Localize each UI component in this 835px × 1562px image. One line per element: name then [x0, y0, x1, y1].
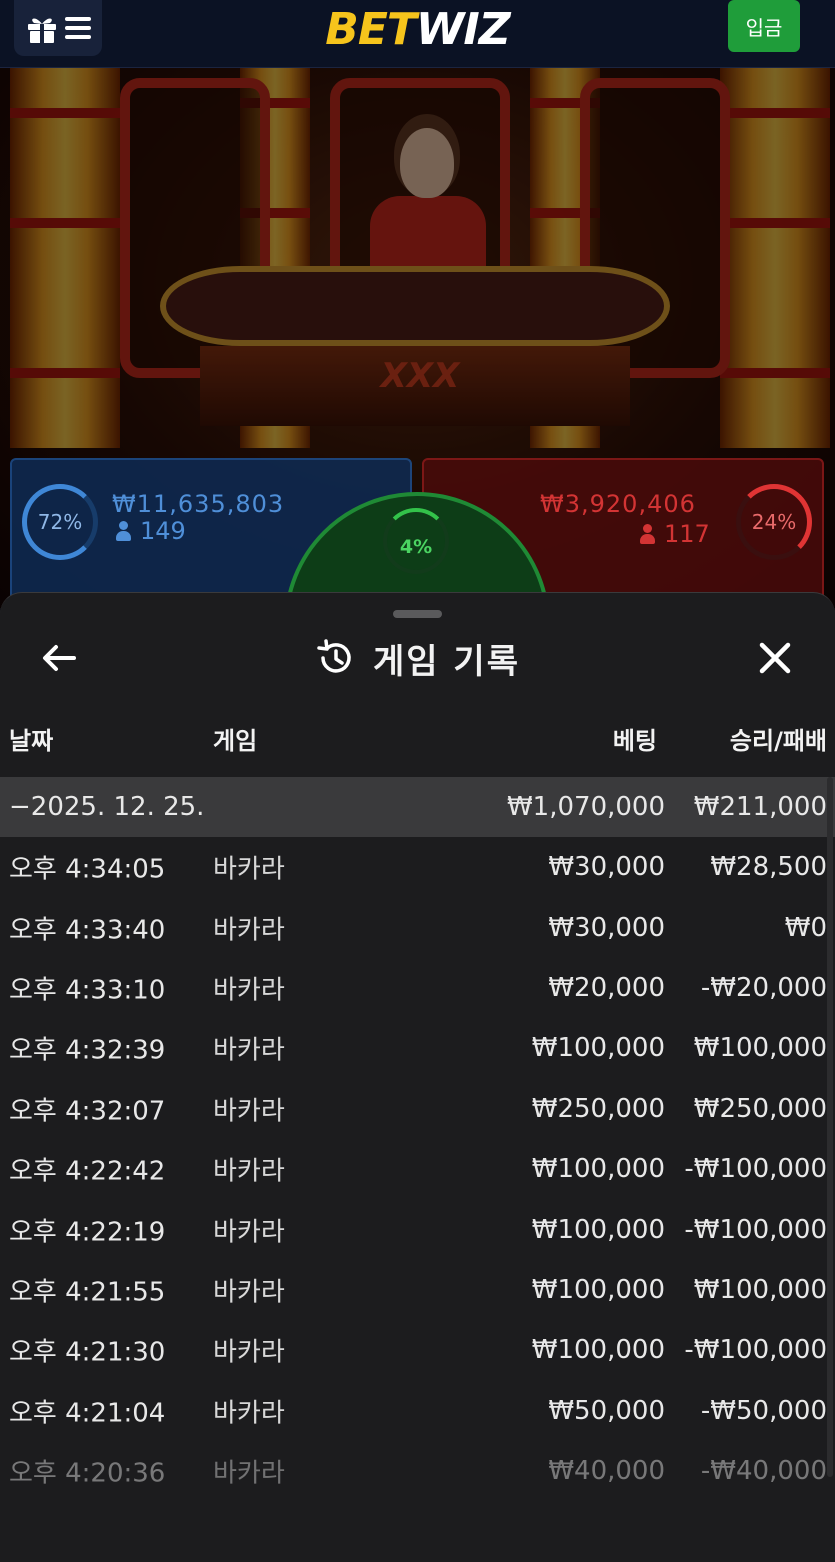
row-bet: ₩40,000: [548, 1456, 665, 1487]
player-total-amount: ₩11,635,803: [112, 490, 285, 518]
game-history-sheet: 게임 기록 날짜 게임 베팅 승리/패배 −2025. 12. 25. ₩1,0…: [0, 592, 835, 1562]
row-winloss: ₩100,000: [693, 1033, 827, 1064]
player-bettor-count: 149: [116, 517, 186, 545]
group-total-bet: ₩1,070,000: [506, 792, 665, 822]
row-winloss: ₩250,000: [693, 1093, 827, 1124]
table-row[interactable]: 오후 4:22:42 바카라 ₩100,000 -₩100,000: [0, 1139, 835, 1199]
player-percent: 72%: [37, 510, 83, 534]
row-game: 바카라: [213, 1096, 285, 1127]
deposit-button[interactable]: 입금: [728, 0, 800, 52]
row-winloss: -₩100,000: [684, 1154, 827, 1185]
row-winloss: -₩50,000: [700, 1395, 827, 1426]
row-winloss: -₩100,000: [684, 1335, 827, 1366]
group-date: −2025. 12. 25.: [9, 792, 205, 822]
row-game: 바카라: [213, 1458, 285, 1489]
table-row[interactable]: 오후 4:21:04 바카라 ₩50,000 -₩50,000: [0, 1381, 835, 1441]
row-time: 오후 4:21:55: [9, 1277, 166, 1308]
row-bet: ₩20,000: [548, 972, 665, 1003]
row-game: 바카라: [213, 1337, 285, 1368]
row-time: 오후 4:32:07: [9, 1096, 166, 1127]
group-total-winloss: ₩211,000: [693, 792, 827, 822]
row-bet: ₩30,000: [548, 852, 665, 883]
row-game: 바카라: [213, 1035, 285, 1066]
row-bet: ₩100,000: [531, 1335, 665, 1366]
sheet-drag-handle[interactable]: [393, 610, 442, 618]
table-row[interactable]: 오후 4:20:36 바카라 ₩40,000 -₩40,000: [0, 1441, 835, 1501]
sheet-header: 게임 기록: [0, 635, 835, 682]
row-bet: ₩50,000: [548, 1395, 665, 1426]
person-icon: [116, 521, 131, 541]
row-time: 오후 4:21:30: [9, 1337, 166, 1368]
row-time: 오후 4:20:36: [9, 1458, 166, 1489]
top-bar: BETWIZ 입금: [0, 0, 835, 68]
row-bet: ₩100,000: [531, 1274, 665, 1305]
row-time: 오후 4:34:05: [9, 854, 166, 885]
close-x-icon: [759, 642, 791, 674]
row-winloss: ₩0: [784, 912, 827, 943]
row-bet: ₩100,000: [531, 1033, 665, 1064]
row-game: 바카라: [213, 854, 285, 885]
row-bet: ₩100,000: [531, 1214, 665, 1245]
banker-total-amount: ₩3,920,406: [540, 490, 696, 518]
column-header-winloss[interactable]: 승리/패배: [730, 721, 827, 756]
table-row[interactable]: 오후 4:21:55 바카라 ₩100,000 ₩100,000: [0, 1260, 835, 1320]
banker-percent: 24%: [751, 510, 797, 534]
row-winloss: -₩20,000: [700, 972, 827, 1003]
column-header-date[interactable]: 날짜: [9, 721, 53, 756]
row-winloss: -₩100,000: [684, 1214, 827, 1245]
row-bet: ₩30,000: [548, 912, 665, 943]
row-game: 바카라: [213, 1277, 285, 1308]
history-clock-icon: [317, 639, 351, 673]
person-icon: [640, 524, 655, 544]
betwiz-logo[interactable]: BETWIZ: [0, 4, 835, 55]
row-bet: ₩250,000: [531, 1093, 665, 1124]
column-header-bet[interactable]: 베팅: [613, 721, 657, 756]
row-game: 바카라: [213, 1398, 285, 1429]
row-game: 바카라: [213, 1156, 285, 1187]
row-time: 오후 4:22:19: [9, 1217, 166, 1248]
sheet-title: 게임 기록: [373, 641, 520, 682]
row-time: 오후 4:33:10: [9, 975, 166, 1006]
table-row[interactable]: 오후 4:34:05 바카라 ₩30,000 ₩28,500: [0, 837, 835, 897]
row-time: 오후 4:22:42: [9, 1156, 166, 1187]
table-row[interactable]: 오후 4:33:10 바카라 ₩20,000 -₩20,000: [0, 958, 835, 1018]
row-time: 오후 4:33:40: [9, 915, 166, 946]
table-row[interactable]: 오후 4:22:19 바카라 ₩100,000 -₩100,000: [0, 1199, 835, 1259]
row-game: 바카라: [213, 975, 285, 1006]
row-game: 바카라: [213, 915, 285, 946]
scrollbar[interactable]: [827, 777, 833, 1477]
table-row[interactable]: 오후 4:21:30 바카라 ₩100,000 -₩100,000: [0, 1320, 835, 1380]
close-button[interactable]: [752, 635, 798, 681]
row-time: 오후 4:32:39: [9, 1035, 166, 1066]
column-header-game[interactable]: 게임: [213, 721, 257, 756]
row-bet: ₩100,000: [531, 1154, 665, 1185]
table-header: 날짜 게임 베팅 승리/패배: [0, 721, 835, 775]
row-winloss: ₩28,500: [710, 852, 827, 883]
date-group-row[interactable]: −2025. 12. 25. ₩1,070,000 ₩211,000: [0, 777, 835, 837]
banker-bettor-count: 117: [640, 520, 710, 548]
history-table-body: −2025. 12. 25. ₩1,070,000 ₩211,000 오후 4:…: [0, 777, 835, 1501]
row-time: 오후 4:21:04: [9, 1398, 166, 1429]
table-row[interactable]: 오후 4:32:07 바카라 ₩250,000 ₩250,000: [0, 1079, 835, 1139]
row-game: 바카라: [213, 1217, 285, 1248]
row-winloss: ₩100,000: [693, 1274, 827, 1305]
tie-percent: 4%: [399, 536, 433, 558]
row-winloss: -₩40,000: [700, 1456, 827, 1487]
table-row[interactable]: 오후 4:33:40 바카라 ₩30,000 ₩0: [0, 897, 835, 957]
table-row[interactable]: 오후 4:32:39 바카라 ₩100,000 ₩100,000: [0, 1018, 835, 1078]
